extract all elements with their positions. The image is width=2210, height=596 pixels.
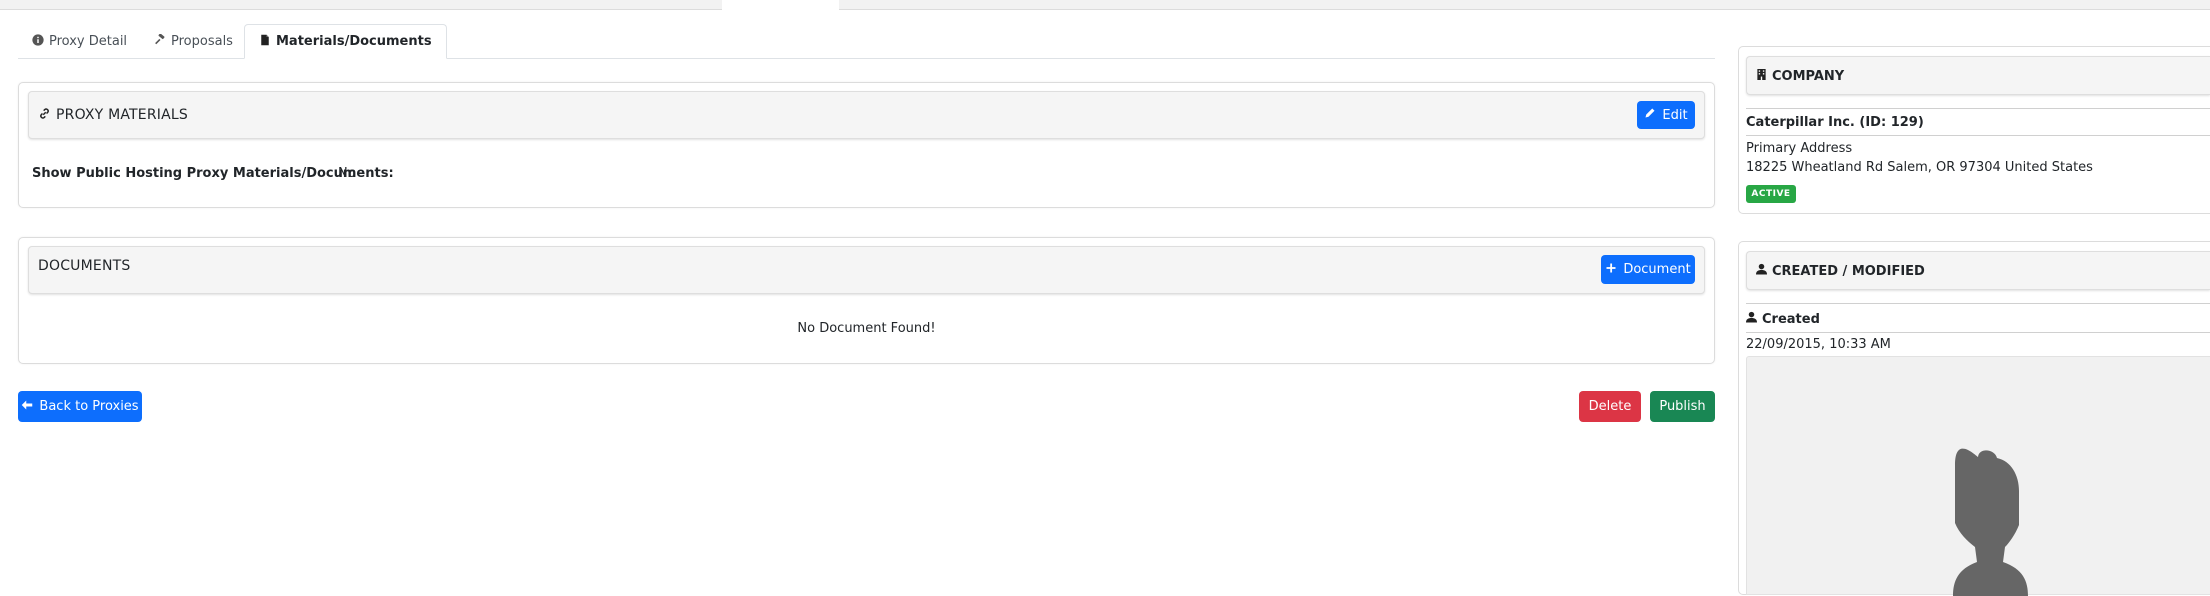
address-label: Primary Address — [1746, 141, 1853, 156]
avatar — [1746, 356, 2210, 596]
divider — [1746, 332, 2210, 333]
info-circle-icon — [32, 33, 44, 50]
tab-materials-documents[interactable]: Materials/Documents — [244, 24, 447, 59]
created-date: 22/09/2015, 10:33 AM — [1746, 337, 1891, 352]
section-title: CREATED / MODIFIED — [1772, 263, 1925, 279]
delete-button[interactable]: Delete — [1579, 391, 1641, 422]
user-silhouette-icon — [1953, 448, 2028, 596]
file-icon — [259, 34, 271, 50]
proxy-materials-header — [28, 91, 1705, 139]
tab-label: Materials/Documents — [276, 34, 432, 49]
section-title: PROXY MATERIALS — [56, 107, 188, 123]
proxy-materials-title: PROXY MATERIALS — [38, 105, 188, 125]
gavel-icon — [154, 32, 166, 50]
tab-label: Proxy Detail — [49, 34, 128, 49]
edit-button[interactable]: Edit — [1637, 101, 1695, 129]
tab-label: Proposals — [171, 34, 233, 49]
delete-label: Delete — [1588, 399, 1632, 414]
company-address: 18225 Wheatland Rd Salem, OR 97304 Unite… — [1746, 160, 2093, 175]
top-strip — [0, 0, 722, 10]
publish-button[interactable]: Publish — [1650, 391, 1715, 422]
top-strip — [839, 0, 2210, 10]
building-icon — [1756, 68, 1767, 85]
tab-proxy-detail[interactable]: Proxy Detail — [18, 24, 141, 59]
created-label: Created — [1762, 311, 1820, 327]
publish-label: Publish — [1659, 399, 1706, 414]
arrow-left-icon — [21, 399, 33, 415]
pencil-icon — [1644, 107, 1656, 123]
edit-label: Edit — [1662, 107, 1688, 123]
created-modified-title: CREATED / MODIFIED — [1756, 261, 1925, 281]
user-icon — [1746, 311, 1757, 327]
created-heading: Created — [1746, 310, 1820, 328]
tab-proposals[interactable]: Proposals — [140, 24, 247, 59]
back-to-proxies-button[interactable]: Back to Proxies — [18, 391, 142, 422]
section-title: COMPANY — [1772, 68, 1845, 84]
company-title: COMPANY — [1756, 66, 1844, 86]
no-document-text: No Document Found! — [797, 321, 936, 336]
add-document-button[interactable]: Document — [1601, 255, 1695, 284]
divider — [1746, 108, 2210, 109]
status-badge: ACTIVE — [1746, 185, 1796, 203]
add-document-label: Document — [1623, 262, 1691, 277]
divider — [1746, 303, 2210, 304]
back-label: Back to Proxies — [39, 399, 139, 414]
company-name: Caterpillar Inc. (ID: 129) — [1746, 115, 1924, 130]
plus-icon — [1605, 262, 1617, 278]
documents-header — [28, 246, 1705, 294]
public-hosting-value: No — [338, 166, 356, 181]
divider — [1746, 135, 2210, 136]
link-icon — [38, 107, 51, 124]
user-icon — [1756, 263, 1767, 279]
documents-title: DOCUMENTS — [38, 258, 131, 274]
